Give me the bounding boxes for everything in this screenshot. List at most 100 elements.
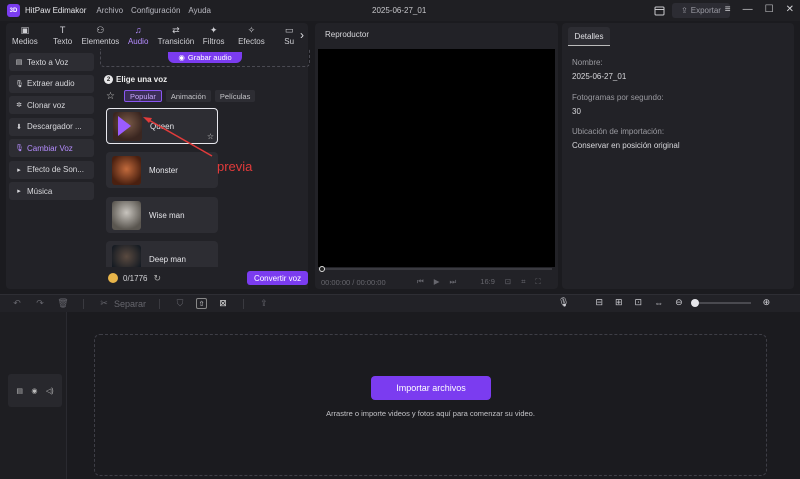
zoom-in-icon[interactable]: ⊕ xyxy=(763,297,771,308)
filter-peliculas[interactable]: Películas xyxy=(214,90,256,102)
next-frame-icon[interactable]: ⏭ xyxy=(450,277,457,287)
tab-efectos[interactable]: ✧ Efectos xyxy=(233,23,271,49)
shield-icon[interactable]: ⛉ xyxy=(173,297,187,311)
menu-efecto-sonido[interactable]: ▸ Efecto de Son... xyxy=(9,160,94,179)
app-title: HitPaw Edimakor xyxy=(25,6,87,15)
voice-selector: ◉ Grabar audio 2 Elige una voz ☆ Popular… xyxy=(100,49,310,289)
favorite-star-icon[interactable]: ☆ xyxy=(207,132,214,141)
category-tabs: ▣ Medios T Texto ⚇ Elementos ♫ Audio ⇄ Transi… xyxy=(6,23,308,49)
timeline-toolbar: ↶ ↷ 🗑 ✂ Separar ⛉ ⇧ ⊠ ⇪ 🎙 ⊟ ⊞ ⊡ ⇔ ⊖ ⊕ xyxy=(0,294,800,312)
menu-item-label: Clonar voz xyxy=(27,100,66,110)
menu-configuracion[interactable]: Configuración xyxy=(131,6,180,15)
tab-label: Transición xyxy=(157,37,195,46)
snap-icon[interactable]: ⊡ xyxy=(635,297,643,308)
zoom-slider-knob[interactable] xyxy=(690,298,699,307)
play-preview-icon[interactable] xyxy=(118,115,131,136)
crop-icon[interactable]: ⌗ xyxy=(521,277,525,287)
menu-clonar-voz[interactable]: ✲ Clonar voz xyxy=(9,96,94,114)
tab-filtros[interactable]: ✦ Filtros xyxy=(195,23,233,49)
menu-archivo[interactable]: Archivo xyxy=(96,6,123,15)
menu-item-label: Extraer audio xyxy=(27,79,75,88)
preview-screen[interactable] xyxy=(318,49,555,267)
menu-descargador[interactable]: ⬇ Descargador ... xyxy=(9,117,94,136)
refresh-icon[interactable]: ↻ xyxy=(153,273,161,284)
convert-voice-button[interactable]: Convertir voz xyxy=(247,271,308,285)
export-icon: ⇪ xyxy=(681,6,688,15)
fit-icon[interactable]: ⇔ xyxy=(654,298,663,308)
filter-popular[interactable]: Popular xyxy=(124,90,162,102)
tab-audio[interactable]: ♫ Audio xyxy=(119,23,157,49)
upload-icon[interactable]: ⇧ xyxy=(196,298,208,309)
undo-icon[interactable]: ↶ xyxy=(10,297,24,311)
detail-name: Nombre: 2025-06-27_01 xyxy=(572,58,626,81)
export-frame-icon[interactable]: ⇪ xyxy=(257,297,271,311)
title-bar: 3D HitPaw Edimakor Archivo Configuración… xyxy=(0,0,800,21)
maximize-icon[interactable]: ☐ xyxy=(765,4,774,15)
playhead-knob[interactable] xyxy=(319,266,325,272)
filter-animacion[interactable]: Animación xyxy=(165,90,211,102)
import-files-button[interactable]: Importar archivos xyxy=(371,376,491,400)
calendar-icon[interactable] xyxy=(652,3,666,17)
track-lock-icon[interactable]: ▤ xyxy=(16,387,23,395)
voice-name: Deep man xyxy=(149,254,186,264)
record-audio-button[interactable]: ◉ Grabar audio xyxy=(168,52,242,63)
menu-icon[interactable]: ≡ xyxy=(725,4,731,15)
voice-thumbnail xyxy=(113,111,142,141)
play-icon[interactable]: ▶ xyxy=(434,277,440,287)
voice-name: Monster xyxy=(149,165,178,175)
menu-texto-a-voz[interactable]: ▤ Texto a Voz xyxy=(9,53,94,71)
divider xyxy=(159,298,161,309)
microphone-icon[interactable]: 🎙 xyxy=(558,297,569,308)
scissors-icon[interactable]: ✂ xyxy=(97,297,111,311)
detail-import-location: Ubicación de importación: Conservar en p… xyxy=(572,127,680,150)
choose-voice-heading: 2 Elige una voz xyxy=(104,75,167,84)
voice-card-monster[interactable]: Monster xyxy=(106,152,218,188)
download-icon: ⬇ xyxy=(16,123,22,131)
menu-musica[interactable]: ▸ Música xyxy=(9,182,94,200)
fullscreen-icon[interactable]: ⛶ xyxy=(535,277,540,287)
favorites-star-icon[interactable]: ☆ xyxy=(106,91,120,102)
tab-transicion[interactable]: ⇄ Transición xyxy=(157,23,195,49)
voice-card-wise-man[interactable]: Wise man xyxy=(106,197,218,233)
tab-label: Su xyxy=(284,37,295,46)
timeline-dropzone[interactable]: Importar archivos Arrastre o importe vid… xyxy=(94,334,767,476)
eye-icon[interactable]: ◉ xyxy=(31,387,37,395)
window-controls: ≡ — ☐ ✕ xyxy=(725,4,794,15)
menu-item-label: Descargador ... xyxy=(27,122,82,131)
remove-icon[interactable]: ⊠ xyxy=(216,297,230,311)
chevron-right-icon[interactable]: › xyxy=(300,28,304,42)
speaker-icon[interactable]: ◁) xyxy=(46,387,54,395)
divider xyxy=(243,298,245,309)
link-icon[interactable]: ⊟ xyxy=(595,297,603,308)
aspect-ratio-select[interactable]: 16:9 xyxy=(480,277,495,287)
zoom-out-icon[interactable]: ⊖ xyxy=(675,297,683,308)
tab-texto[interactable]: T Texto xyxy=(44,23,82,49)
export-button[interactable]: ⇪ Exportar xyxy=(672,3,730,18)
menu-ayuda[interactable]: Ayuda xyxy=(188,6,211,15)
tab-label: Texto xyxy=(53,37,73,46)
voice-thumbnail xyxy=(112,155,141,185)
redo-icon[interactable]: ↷ xyxy=(33,297,47,311)
detail-label: Fotogramas por segundo: xyxy=(572,93,664,102)
previous-frame-icon[interactable]: ⏮ xyxy=(417,277,424,287)
menu-extraer-audio[interactable]: 🎙 Extraer audio xyxy=(9,74,94,93)
close-icon[interactable]: ✕ xyxy=(786,4,794,15)
tab-medios[interactable]: ▣ Medios xyxy=(6,23,44,49)
voice-card-queen[interactable]: Queen ☆ xyxy=(106,108,218,144)
tab-detalles[interactable]: Detalles xyxy=(568,27,610,46)
playback-track[interactable] xyxy=(321,268,552,270)
tab-label: Efectos xyxy=(238,37,265,46)
app-logo: 3D xyxy=(7,4,20,17)
timeline-view-tools: 🎙 ⊟ ⊞ ⊡ ⇔ ⊖ ⊕ xyxy=(558,297,770,308)
split-track-icon[interactable]: ⊞ xyxy=(615,297,623,308)
elements-icon: ⚇ xyxy=(96,25,105,35)
snapshot-icon[interactable]: ⊡ xyxy=(505,277,511,287)
delete-icon[interactable]: 🗑 xyxy=(56,297,70,311)
minimize-icon[interactable]: — xyxy=(743,4,753,15)
zoom-slider[interactable] xyxy=(690,298,751,307)
split-label[interactable]: Separar xyxy=(114,299,146,309)
tab-elementos[interactable]: ⚇ Elementos xyxy=(82,23,120,49)
player-options: 16:9 ⊡ ⌗ ⛶ xyxy=(480,277,540,287)
filter-icon: ✦ xyxy=(209,25,218,35)
menu-cambiar-voz[interactable]: 🎙 Cambiar Voz xyxy=(9,139,94,157)
